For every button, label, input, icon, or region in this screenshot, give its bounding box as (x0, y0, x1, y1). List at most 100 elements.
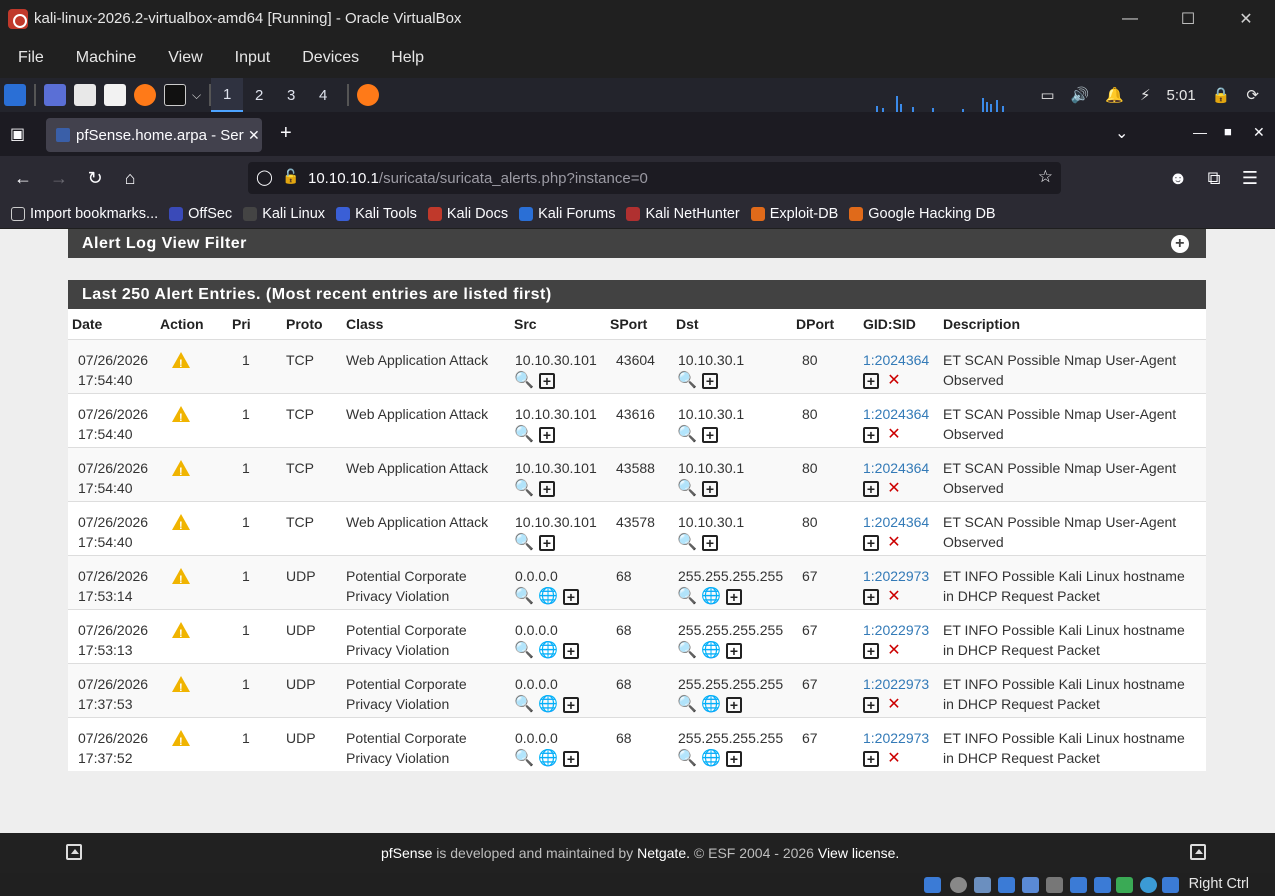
menu-file[interactable]: File (18, 49, 44, 67)
browser-close-button[interactable]: ✕ (1253, 124, 1265, 141)
globe-icon[interactable]: 🌐 (538, 696, 558, 714)
disable-rule-x-icon[interactable]: ✕ (885, 588, 903, 606)
add-plus-icon[interactable]: + (702, 480, 718, 497)
menu-devices[interactable]: Devices (302, 49, 359, 67)
insecure-lock-icon[interactable]: 🔓 (282, 168, 299, 185)
globe-icon[interactable]: 🌐 (538, 750, 558, 768)
search-icon[interactable]: 🔍 (677, 750, 697, 768)
add-plus-icon[interactable]: + (726, 696, 742, 713)
disable-rule-x-icon[interactable]: ✕ (885, 750, 903, 768)
firefox-launcher-icon[interactable] (134, 84, 156, 106)
search-icon[interactable]: 🔍 (677, 534, 697, 552)
add-suppress-icon[interactable]: + (863, 534, 879, 551)
add-suppress-icon[interactable]: + (863, 696, 879, 713)
menu-input[interactable]: Input (235, 49, 271, 67)
col-action[interactable]: Action (156, 309, 228, 340)
alert-filter-panel-header[interactable]: Alert Log View Filter + (68, 229, 1206, 258)
sid-link[interactable]: 1:2024364 (863, 460, 929, 476)
usb-icon[interactable] (1022, 877, 1039, 893)
display-icon[interactable] (1070, 877, 1087, 893)
file-manager-icon[interactable] (74, 84, 96, 106)
add-plus-icon[interactable]: + (726, 588, 742, 605)
refresh-power-icon[interactable]: ⟳ (1246, 86, 1259, 104)
bookmark-exploit-db[interactable]: Exploit-DB (750, 206, 838, 222)
disable-rule-x-icon[interactable]: ✕ (885, 642, 903, 660)
extensions-icon[interactable]: ⧉ (1202, 166, 1226, 190)
col-dst[interactable]: Dst (672, 309, 792, 340)
search-icon[interactable]: 🔍 (514, 480, 534, 498)
search-icon[interactable]: 🔍 (514, 426, 534, 444)
add-plus-icon[interactable]: + (563, 696, 579, 713)
add-plus-icon[interactable]: + (702, 426, 718, 443)
globe-icon[interactable]: 🌐 (701, 696, 721, 714)
bookmark-offsec[interactable]: OffSec (169, 206, 232, 222)
add-suppress-icon[interactable]: + (863, 480, 879, 497)
search-icon[interactable]: 🔍 (677, 480, 697, 498)
list-all-tabs-icon[interactable]: ⌄ (1115, 123, 1128, 143)
close-window-button[interactable]: ✕ (1217, 0, 1275, 37)
search-icon[interactable]: 🔍 (514, 696, 534, 714)
disable-rule-x-icon[interactable]: ✕ (885, 372, 903, 390)
tracking-shield-icon[interactable]: ◯ (256, 168, 273, 186)
add-plus-icon[interactable]: + (539, 426, 555, 443)
audio-icon[interactable] (974, 877, 991, 893)
add-plus-icon[interactable]: + (539, 534, 555, 551)
recording-icon[interactable] (1094, 877, 1111, 893)
tab-pfsense[interactable]: pfSense.home.arpa - Serv ✕ (46, 118, 262, 152)
bookmark-kali-docs[interactable]: Kali Docs (427, 206, 508, 222)
search-icon[interactable]: 🔍 (514, 588, 534, 606)
col-src[interactable]: Src (510, 309, 606, 340)
disable-rule-x-icon[interactable]: ✕ (885, 480, 903, 498)
firefox-task-icon[interactable] (357, 84, 380, 106)
scroll-top-icon[interactable] (66, 844, 82, 860)
keyboard-capture-icon[interactable] (1162, 877, 1179, 893)
search-icon[interactable]: 🔍 (514, 642, 534, 660)
col-proto[interactable]: Proto (282, 309, 342, 340)
mouse-integration-icon[interactable] (1140, 877, 1157, 893)
search-icon[interactable]: 🔍 (677, 588, 697, 606)
tab-list-icon[interactable]: ▣ (10, 124, 25, 144)
cpu-activity-icon[interactable] (1116, 877, 1133, 893)
close-tab-icon[interactable]: ✕ (248, 127, 260, 144)
optical-drive-icon[interactable] (950, 877, 967, 893)
sid-link[interactable]: 1:2022973 (863, 568, 929, 584)
sid-link[interactable]: 1:2022973 (863, 730, 929, 746)
scroll-top-icon-right[interactable] (1190, 844, 1206, 860)
menu-help[interactable]: Help (391, 49, 424, 67)
bookmark-kali-forums[interactable]: Kali Forums (519, 206, 615, 222)
col-dport[interactable]: DPort (792, 309, 859, 340)
power-icon[interactable]: ⚡ (1140, 86, 1151, 104)
add-plus-icon[interactable]: + (539, 372, 555, 389)
reload-icon[interactable]: ↻ (83, 166, 107, 190)
volume-icon[interactable]: 🔊 (1071, 86, 1090, 104)
hard-disk-icon[interactable] (924, 877, 941, 893)
add-suppress-icon[interactable]: + (863, 372, 879, 389)
terminal-icon[interactable] (164, 84, 186, 106)
menu-view[interactable]: View (168, 49, 202, 67)
workspace-2[interactable]: 2 (243, 78, 275, 112)
sid-link[interactable]: 1:2024364 (863, 514, 929, 530)
globe-icon[interactable]: 🌐 (701, 588, 721, 606)
add-plus-icon[interactable]: + (726, 750, 742, 767)
sid-link[interactable]: 1:2024364 (863, 352, 929, 368)
add-plus-icon[interactable]: + (539, 480, 555, 497)
text-editor-icon[interactable] (104, 84, 126, 106)
col-pri[interactable]: Pri (228, 309, 282, 340)
globe-icon[interactable]: 🌐 (701, 642, 721, 660)
col-date[interactable]: Date (68, 309, 156, 340)
hamburger-menu-icon[interactable]: ☰ (1238, 166, 1262, 190)
disable-rule-x-icon[interactable]: ✕ (885, 426, 903, 444)
workspace-1[interactable]: 1 (211, 78, 244, 112)
globe-icon[interactable]: 🌐 (701, 750, 721, 768)
bookmark-import[interactable]: Import bookmarks... (11, 206, 158, 222)
maximize-button[interactable]: ☐ (1159, 0, 1217, 37)
disable-rule-x-icon[interactable]: ✕ (885, 534, 903, 552)
disable-rule-x-icon[interactable]: ✕ (885, 696, 903, 714)
sid-link[interactable]: 1:2022973 (863, 676, 929, 692)
clock[interactable]: 5:01 (1167, 87, 1196, 104)
workspace-3[interactable]: 3 (275, 78, 307, 112)
add-plus-icon[interactable]: + (702, 534, 718, 551)
search-icon[interactable]: 🔍 (514, 534, 534, 552)
shared-folders-icon[interactable] (1046, 877, 1063, 893)
add-plus-icon[interactable]: + (563, 588, 579, 605)
